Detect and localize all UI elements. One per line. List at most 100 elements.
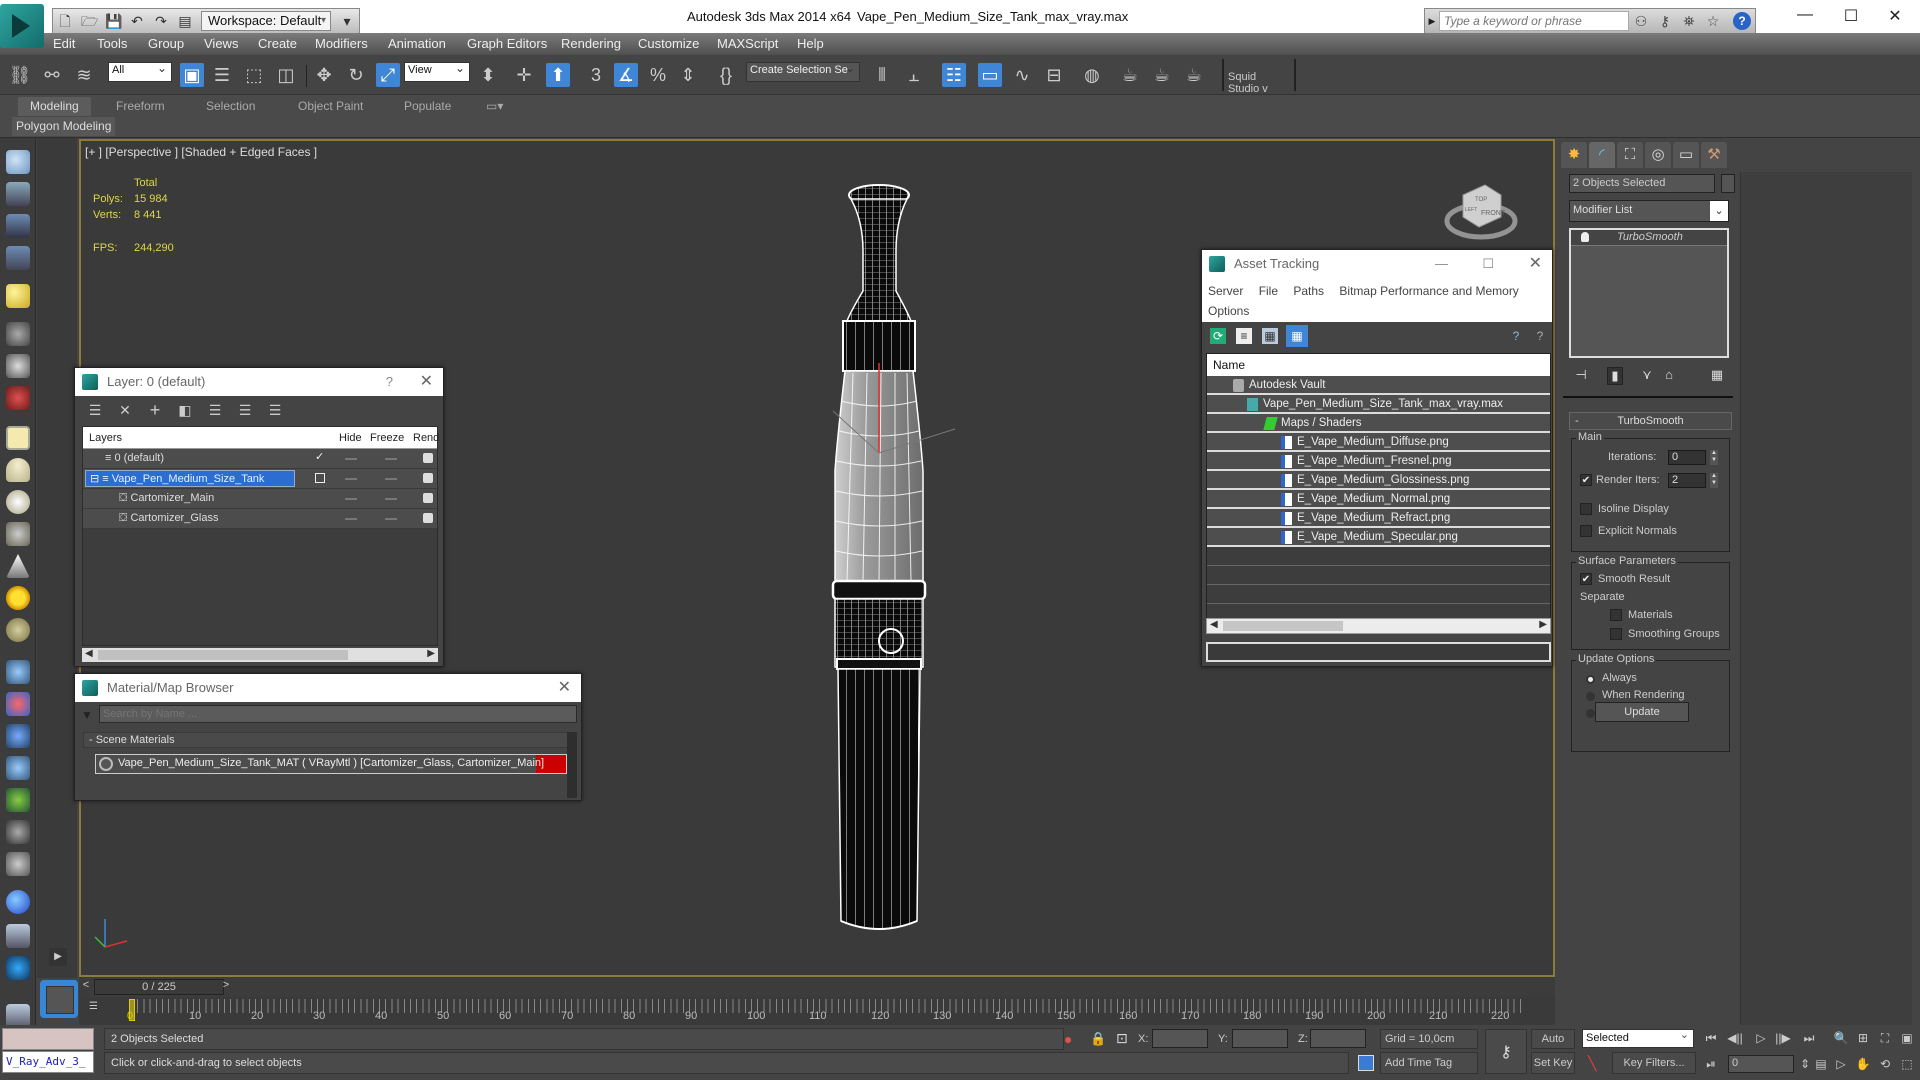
viewcube[interactable]: TOP FRONT LEFT [1441,173,1521,243]
set-key-button[interactable]: Set Key [1531,1052,1575,1074]
maxscript-listener-output[interactable]: V_Ray_Adv_3_ [2,1051,94,1073]
play-icon[interactable]: ▷ [1752,1029,1770,1047]
menu-tools[interactable]: Tools [97,36,127,51]
active-layer-check-icon[interactable]: ✓ [315,450,324,463]
refresh-icon[interactable]: ⟳ [1210,328,1226,344]
menu-paths[interactable]: Paths [1293,284,1324,298]
select-objects-in-layer-icon[interactable]: ◧ [177,402,193,418]
tab-object-paint[interactable]: Object Paint [286,97,375,116]
ambient-light-icon[interactable] [6,618,30,642]
asset-row[interactable]: E_Vape_Medium_Diffuse.png [1207,433,1550,452]
scene-converter-icon[interactable] [6,924,30,948]
add-time-tag-button[interactable]: Add Time Tag [1380,1052,1478,1074]
ribbon-options-icon[interactable]: ▭▾ [474,97,515,116]
y-coordinate-field[interactable] [1232,1029,1288,1048]
set-active-checkbox[interactable] [315,473,325,483]
keyword-search-input[interactable] [1439,11,1629,31]
asset-row[interactable]: E_Vape_Medium_Fresnel.png [1207,452,1550,471]
align-icon[interactable]: ⫠ [902,63,926,87]
freeze-toggle[interactable] [385,458,397,460]
zoom-icon[interactable]: 🔍 [1832,1029,1850,1047]
curve-editor-icon[interactable]: ∿ [1010,63,1034,87]
current-frame-field[interactable]: 0 [1728,1055,1794,1073]
tab-populate[interactable]: Populate [392,97,463,116]
horizontal-scrollbar[interactable]: ◀ ▶ [1206,618,1551,634]
scroll-left-icon[interactable]: ◀ [1210,619,1218,630]
app-logo-menu-button[interactable] [0,4,44,48]
viewcube-front-label[interactable]: FRONT [1481,210,1506,217]
hide-toggle[interactable] [345,498,357,500]
modifier-toggle-bulb-icon[interactable] [1581,232,1589,242]
help-icon[interactable]: ? [1733,12,1751,30]
vertical-scrollbar[interactable] [567,732,577,798]
minimize-button[interactable]: — [1790,6,1820,28]
gear-icon[interactable] [6,756,30,780]
separate-materials-checkbox[interactable] [1610,609,1622,621]
menu-help[interactable]: Help [797,36,824,51]
next-frame-icon[interactable]: > [219,979,233,995]
link-icon[interactable]: ⛓ [8,63,32,87]
pan-view-icon[interactable]: ✋ [1854,1055,1872,1073]
configure-modifier-sets-icon[interactable]: ▦ [1709,367,1725,385]
menu-customize[interactable]: Customize [638,36,699,51]
scroll-right-icon[interactable]: ▶ [1539,619,1547,630]
remove-modifier-icon[interactable]: ⌂ [1661,367,1677,385]
window-crossing-icon[interactable]: ◫ [274,63,298,87]
tab-selection[interactable]: Selection [194,97,267,116]
open-mini-curve-editor-icon[interactable]: ☰ [89,1001,107,1019]
menu-animation[interactable]: Animation [388,36,446,51]
pivot-center-icon[interactable]: ⬍ [476,63,500,87]
make-unique-icon[interactable]: ⋎ [1639,367,1655,385]
x-coordinate-field[interactable] [1152,1029,1208,1048]
close-button[interactable]: ✕ [1880,6,1910,28]
go-to-end-icon[interactable]: ⏭ [1800,1029,1818,1047]
explicit-normals-checkbox[interactable] [1580,525,1592,537]
menu-server[interactable]: Server [1208,284,1243,298]
asset-row[interactable]: E_Vape_Medium_Glossiness.png [1207,471,1550,490]
table-view-icon[interactable]: ▦ [1286,325,1308,347]
freeze-toggle[interactable] [385,518,397,520]
hide-toggle[interactable] [345,518,357,520]
render-frame-icon[interactable] [6,182,30,206]
menu-graph-editors[interactable]: Graph Editors [467,36,547,51]
render-iters-spinner-arrows[interactable]: ▲ ▼ [1710,473,1718,488]
asset-row[interactable]: Vape_Pen_Medium_Size_Tank_max_vray.max [1207,395,1550,414]
asset-row[interactable]: E_Vape_Medium_Normal.png [1207,490,1550,509]
tab-freeform[interactable]: Freeform [104,97,177,116]
selection-filter-dropdown[interactable]: All [108,61,172,82]
material-browser-titlebar[interactable]: Material/Map Browser ✕ [75,674,581,702]
asset-row[interactable]: Maps / Shaders [1207,414,1550,433]
column-name[interactable]: Name [1207,354,1550,376]
chevron-down-icon[interactable]: ⌄ [1710,201,1728,221]
scrollbar-thumb[interactable] [1223,621,1343,631]
fur-icon[interactable] [6,852,30,876]
menu-maxscript[interactable]: MAXScript [717,36,778,51]
vray-camera-icon[interactable] [6,386,30,410]
material-editor-icon[interactable]: ◍ [1080,63,1104,87]
mirror-icon[interactable]: ⫴ [870,63,894,87]
star-icon[interactable]: ☆ [1701,13,1725,30]
help-button[interactable]: ? [386,368,393,396]
menu-options[interactable]: Options [1208,304,1249,318]
sphere-light-icon[interactable] [6,490,30,514]
time-tag-icon[interactable] [1358,1055,1374,1071]
workspace-dropdown[interactable]: Workspace: Default [201,11,331,31]
render-production-icon[interactable]: ☕ [1182,63,1206,87]
delete-layer-icon[interactable]: ✕ [117,402,133,418]
save-icon[interactable]: 💾 [105,13,122,29]
smooth-result-checkbox[interactable]: ✔ [1580,573,1592,585]
layer-row[interactable]: ≡ 0 (default) ✓ [83,449,437,469]
time-configuration-icon[interactable]: ▤ [1812,1055,1830,1073]
ies-light-icon[interactable] [6,554,30,578]
auto-key-button[interactable]: Auto Key [1531,1029,1575,1063]
iterations-spinner[interactable]: 0 [1668,450,1706,465]
render-iters-checkbox[interactable]: ✔ [1580,474,1592,486]
vray-sphere-icon[interactable] [6,956,30,980]
menu-modifiers[interactable]: Modifiers [315,36,368,51]
object-name-field[interactable]: 2 Objects Selected [1569,174,1715,193]
menu-file[interactable]: File [1259,284,1278,298]
hide-all-layers-icon[interactable]: ☰ [237,402,253,418]
bind-space-warp-icon[interactable]: ≋ [72,63,96,87]
set-keys-key-icon[interactable]: ⚷ [1485,1029,1527,1074]
horizontal-scrollbar[interactable]: ◀ ▶ [82,648,438,662]
